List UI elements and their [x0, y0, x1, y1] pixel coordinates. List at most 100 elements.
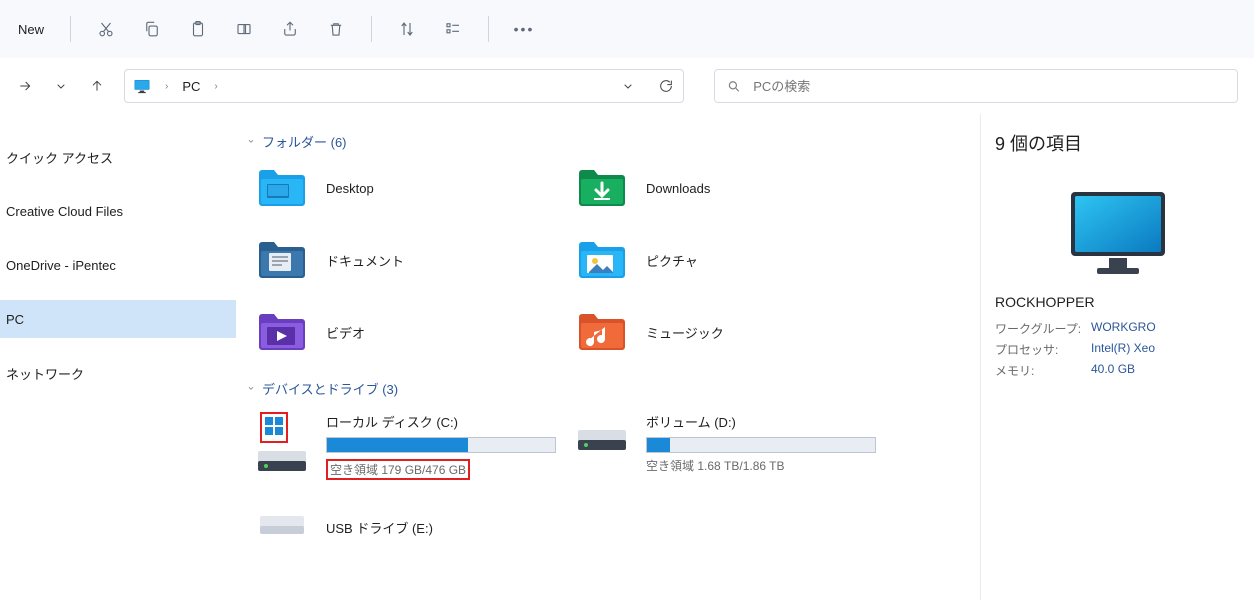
search-bar[interactable] [714, 69, 1238, 103]
drive-e[interactable]: USB ドライブ (E:) [256, 508, 576, 554]
group-header-drives[interactable]: デバイスとドライブ (3) [246, 379, 970, 398]
highlight-box [260, 412, 288, 443]
address-dropdown[interactable] [619, 78, 637, 94]
details-row-memory: メモリ: 40.0 GB [995, 362, 1240, 379]
folder-videos[interactable]: ビデオ [256, 309, 576, 355]
drive-grid: ローカル ディスク (C:) 空き領域 179 GB/476 GB ボリューム … [256, 412, 970, 554]
paste-button[interactable] [177, 9, 219, 49]
sidebar-item-pc[interactable]: PC [0, 300, 236, 338]
crumb-chevron-icon: › [214, 81, 217, 92]
separator [371, 16, 372, 42]
chevron-down-icon [246, 381, 256, 396]
sidebar-item-creativecloud[interactable]: Creative Cloud Files [0, 192, 236, 230]
sidebar-item-label: クイック アクセス [6, 148, 113, 167]
cut-icon [97, 20, 115, 38]
up-button[interactable] [88, 78, 106, 94]
folder-downloads[interactable]: Downloads [576, 165, 896, 211]
sidebar-item-network[interactable]: ネットワーク [0, 354, 236, 392]
sidebar-item-label: ネットワーク [6, 364, 84, 383]
sidebar-item-onedrive[interactable]: OneDrive - iPentec [0, 246, 236, 284]
copy-button[interactable] [131, 9, 173, 49]
folder-music[interactable]: ミュージック [576, 309, 896, 355]
refresh-icon [658, 78, 674, 94]
details-key: ワークグループ: [995, 320, 1091, 337]
crumb-chevron-icon: › [165, 81, 168, 92]
details-key: プロセッサ: [995, 341, 1091, 358]
group-header-label: フォルダー (6) [262, 132, 347, 151]
forward-button[interactable] [16, 78, 34, 94]
search-input[interactable] [753, 79, 1225, 94]
folder-label: ミュージック [646, 323, 724, 342]
details-row-processor: プロセッサ: Intel(R) Xeo [995, 341, 1240, 358]
drive-capacity-bar [646, 437, 876, 453]
drive-icon [256, 447, 308, 475]
arrow-up-icon [89, 78, 105, 94]
rename-button[interactable] [223, 9, 265, 49]
drive-info: USB ドライブ (E:) [326, 508, 576, 543]
details-value: 40.0 GB [1091, 362, 1135, 379]
delete-button[interactable] [315, 9, 357, 49]
usb-drive-icon [256, 508, 308, 554]
new-button[interactable]: New [12, 9, 56, 49]
videos-folder-icon [256, 309, 308, 355]
content-columns: クイック アクセス Creative Cloud Files OneDrive … [0, 114, 1254, 600]
more-icon: ••• [514, 21, 535, 37]
chevron-down-icon [53, 78, 69, 94]
main-content: フォルダー (6) Desktop Downloads [236, 114, 980, 600]
details-pane: 9 個の項目 ROCKHOPPER ワークグループ: WORKGRO プロセッサ… [980, 114, 1254, 600]
share-icon [281, 20, 299, 38]
more-button[interactable]: ••• [503, 9, 545, 49]
details-value: WORKGRO [1091, 320, 1156, 337]
folder-label: Desktop [326, 181, 374, 196]
sidebar-item-label: Creative Cloud Files [6, 204, 123, 219]
pictures-folder-icon [576, 237, 628, 283]
folder-pictures[interactable]: ピクチャ [576, 237, 896, 283]
folder-documents[interactable]: ドキュメント [256, 237, 576, 283]
address-bar[interactable]: › PC › [124, 69, 684, 103]
windows-logo-icon [264, 416, 284, 436]
drive-name: USB ドライブ (E:) [326, 518, 576, 537]
chevron-down-icon [620, 78, 636, 94]
group-header-folders[interactable]: フォルダー (6) [246, 132, 970, 151]
sort-icon [398, 20, 416, 38]
computer-name: ROCKHOPPER [995, 294, 1240, 310]
recent-button[interactable] [52, 78, 70, 94]
downloads-folder-icon [576, 165, 628, 211]
drive-name: ローカル ディスク (C:) [326, 412, 576, 431]
folder-label: ピクチャ [646, 251, 698, 270]
group-header-label: デバイスとドライブ (3) [262, 379, 398, 398]
rename-icon [235, 20, 253, 38]
drive-free-text: 空き領域 179 GB/476 GB [330, 463, 466, 477]
folder-label: ドキュメント [326, 251, 404, 270]
paste-icon [189, 20, 207, 38]
breadcrumb-pc[interactable]: PC [182, 79, 200, 94]
sidebar-item-label: OneDrive - iPentec [6, 258, 116, 273]
folder-desktop[interactable]: Desktop [256, 165, 576, 211]
drive-c-icon-wrap [256, 412, 308, 478]
chevron-down-icon [246, 134, 256, 149]
documents-folder-icon [256, 237, 308, 283]
pc-icon [133, 78, 151, 94]
cut-button[interactable] [85, 9, 127, 49]
sidebar-item-quickaccess[interactable]: クイック アクセス [0, 138, 236, 176]
sort-button[interactable] [386, 9, 428, 49]
view-icon [444, 20, 462, 38]
separator [488, 16, 489, 42]
drive-icon [576, 412, 628, 458]
toolbar: New ••• [0, 0, 1254, 58]
drive-d[interactable]: ボリューム (D:) 空き領域 1.68 TB/1.86 TB [576, 412, 896, 480]
drive-info: ボリューム (D:) 空き領域 1.68 TB/1.86 TB [646, 412, 896, 474]
view-button[interactable] [432, 9, 474, 49]
search-icon [727, 79, 741, 94]
share-button[interactable] [269, 9, 311, 49]
details-key: メモリ: [995, 362, 1091, 379]
refresh-button[interactable] [657, 78, 675, 94]
computer-icon [995, 186, 1240, 282]
delete-icon [327, 20, 345, 38]
drive-info: ローカル ディスク (C:) 空き領域 179 GB/476 GB [326, 412, 576, 480]
drive-c[interactable]: ローカル ディスク (C:) 空き領域 179 GB/476 GB [256, 412, 576, 480]
sidebar-item-label: PC [6, 312, 24, 327]
details-row-workgroup: ワークグループ: WORKGRO [995, 320, 1240, 337]
drive-name: ボリューム (D:) [646, 412, 896, 431]
folder-label: ビデオ [326, 323, 365, 342]
